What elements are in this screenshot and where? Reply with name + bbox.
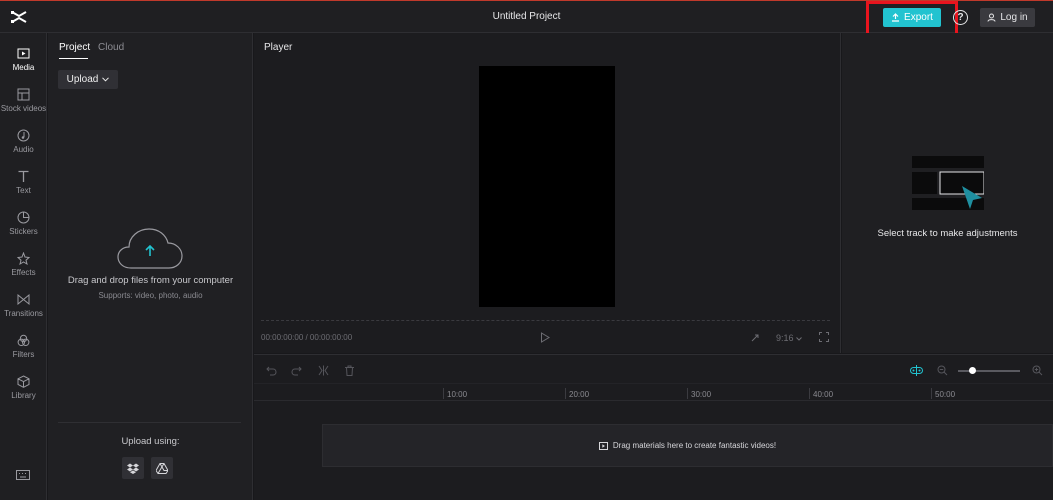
chevron-down-icon <box>796 337 802 341</box>
rail-label: Stickers <box>9 227 38 236</box>
top-bar: Untitled Project Export ? Log in <box>0 0 1053 37</box>
aspect-ratio-selector[interactable]: 9:16 <box>776 333 802 343</box>
timeline-ruler[interactable] <box>254 400 1053 401</box>
split-icon[interactable] <box>318 365 329 376</box>
ruler-tick <box>931 388 932 399</box>
upload-arrow-icon <box>892 13 900 22</box>
zoom-slider[interactable] <box>958 370 1020 372</box>
keyboard-shortcuts-icon[interactable] <box>16 469 30 481</box>
redo-icon[interactable] <box>291 365 302 376</box>
ruler-tick <box>565 388 566 399</box>
player-panel: Player 00:00:00:00 / 00:00:00:00 9:16 <box>254 33 841 353</box>
filters-icon <box>17 334 30 347</box>
preview-canvas[interactable] <box>479 66 615 307</box>
rail-item-stock-videos[interactable]: Stock videos <box>0 86 47 126</box>
rail-item-audio[interactable]: Audio <box>0 127 47 167</box>
undo-icon[interactable] <box>266 365 277 376</box>
export-label: Export <box>904 12 933 23</box>
rail-label: Stock videos <box>0 104 47 113</box>
tab-project[interactable]: Project <box>59 42 90 53</box>
adjustments-panel: Select track to make adjustments <box>842 33 1053 353</box>
delete-icon[interactable] <box>344 365 355 376</box>
rail-item-media[interactable]: Media <box>0 45 47 85</box>
divider <box>58 422 241 423</box>
ruler-tick <box>809 388 810 399</box>
text-icon <box>18 170 29 182</box>
google-drive-icon <box>156 462 168 474</box>
media-panel: Project Cloud Upload Drag and drop files… <box>48 33 253 500</box>
zoom-in-icon[interactable] <box>1032 365 1043 376</box>
rail-label: Transitions <box>4 309 43 318</box>
rail-item-transitions[interactable]: Transitions <box>0 291 47 331</box>
aspect-ratio-value: 9:16 <box>776 333 794 343</box>
ruler-tick <box>443 388 444 399</box>
ruler-label: 30:00 <box>691 390 712 399</box>
upload-using-label: Upload using: <box>121 436 180 447</box>
stickers-icon <box>17 211 30 224</box>
effects-icon <box>17 252 30 265</box>
user-icon <box>987 13 996 22</box>
ruler-tick <box>687 388 688 399</box>
transitions-icon <box>17 293 30 306</box>
rail-label: Text <box>16 186 31 195</box>
track-illustration-icon <box>912 156 984 210</box>
ruler-label: 50:00 <box>935 390 956 399</box>
play-icon[interactable] <box>540 332 550 343</box>
cloud-upload-icon[interactable] <box>117 226 183 270</box>
timeline-panel: 10:00 20:00 30:00 40:00 50:00 Drag mater… <box>254 354 1053 500</box>
google-drive-button[interactable] <box>151 457 173 479</box>
playback-scrubber[interactable] <box>261 320 830 322</box>
upload-button[interactable]: Upload <box>58 70 118 89</box>
ratio-lock-icon[interactable] <box>751 334 759 342</box>
ruler-label: 40:00 <box>813 390 834 399</box>
upload-label: Upload <box>66 74 99 85</box>
library-icon <box>17 375 30 388</box>
left-rail: Media Stock videos Audio Text Stickers E… <box>0 33 47 500</box>
fullscreen-icon[interactable] <box>819 332 829 342</box>
tab-cloud[interactable]: Cloud <box>98 42 124 53</box>
rail-label: Library <box>11 391 36 400</box>
drag-drop-text: Drag and drop files from your computer <box>67 275 234 286</box>
toolbar-divider <box>254 383 1053 384</box>
rail-label: Filters <box>12 350 35 359</box>
media-icon <box>17 48 30 59</box>
export-button[interactable]: Export <box>883 8 941 27</box>
dropbox-icon <box>127 463 139 474</box>
timecode: 00:00:00:00 / 00:00:00:00 <box>261 333 353 342</box>
login-button[interactable]: Log in <box>980 8 1035 27</box>
rail-item-library[interactable]: Library <box>0 373 47 413</box>
stock-videos-icon <box>17 88 30 101</box>
capcut-logo-icon[interactable] <box>10 9 28 25</box>
dropbox-button[interactable] <box>122 457 144 479</box>
active-tab-underline <box>59 58 88 59</box>
rail-label: Effects <box>11 268 36 277</box>
rail-item-filters[interactable]: Filters <box>0 332 47 372</box>
timeline-drop-zone[interactable]: Drag materials here to create fantastic … <box>322 424 1053 467</box>
player-title: Player <box>264 42 293 53</box>
rail-item-effects[interactable]: Effects <box>0 250 47 290</box>
rail-item-text[interactable]: Text <box>0 168 47 208</box>
audio-icon <box>17 129 30 142</box>
zoom-slider-handle[interactable] <box>969 367 976 374</box>
ruler-label: 10:00 <box>447 390 468 399</box>
drop-zone-text: Drag materials here to create fantastic … <box>612 441 777 450</box>
rail-item-stickers[interactable]: Stickers <box>0 209 47 249</box>
rail-label: Media <box>12 63 35 72</box>
help-icon[interactable]: ? <box>953 10 968 25</box>
chevron-down-icon <box>102 77 110 82</box>
login-label: Log in <box>1000 12 1028 23</box>
rail-label: Audio <box>13 145 34 154</box>
media-icon <box>598 441 608 450</box>
snap-magnet-icon[interactable] <box>910 365 923 376</box>
adjustments-message: Select track to make adjustments <box>877 228 1018 239</box>
ruler-label: 20:00 <box>569 390 590 399</box>
zoom-out-icon[interactable] <box>937 365 948 376</box>
supports-text: Supports: video, photo, audio <box>98 291 203 300</box>
